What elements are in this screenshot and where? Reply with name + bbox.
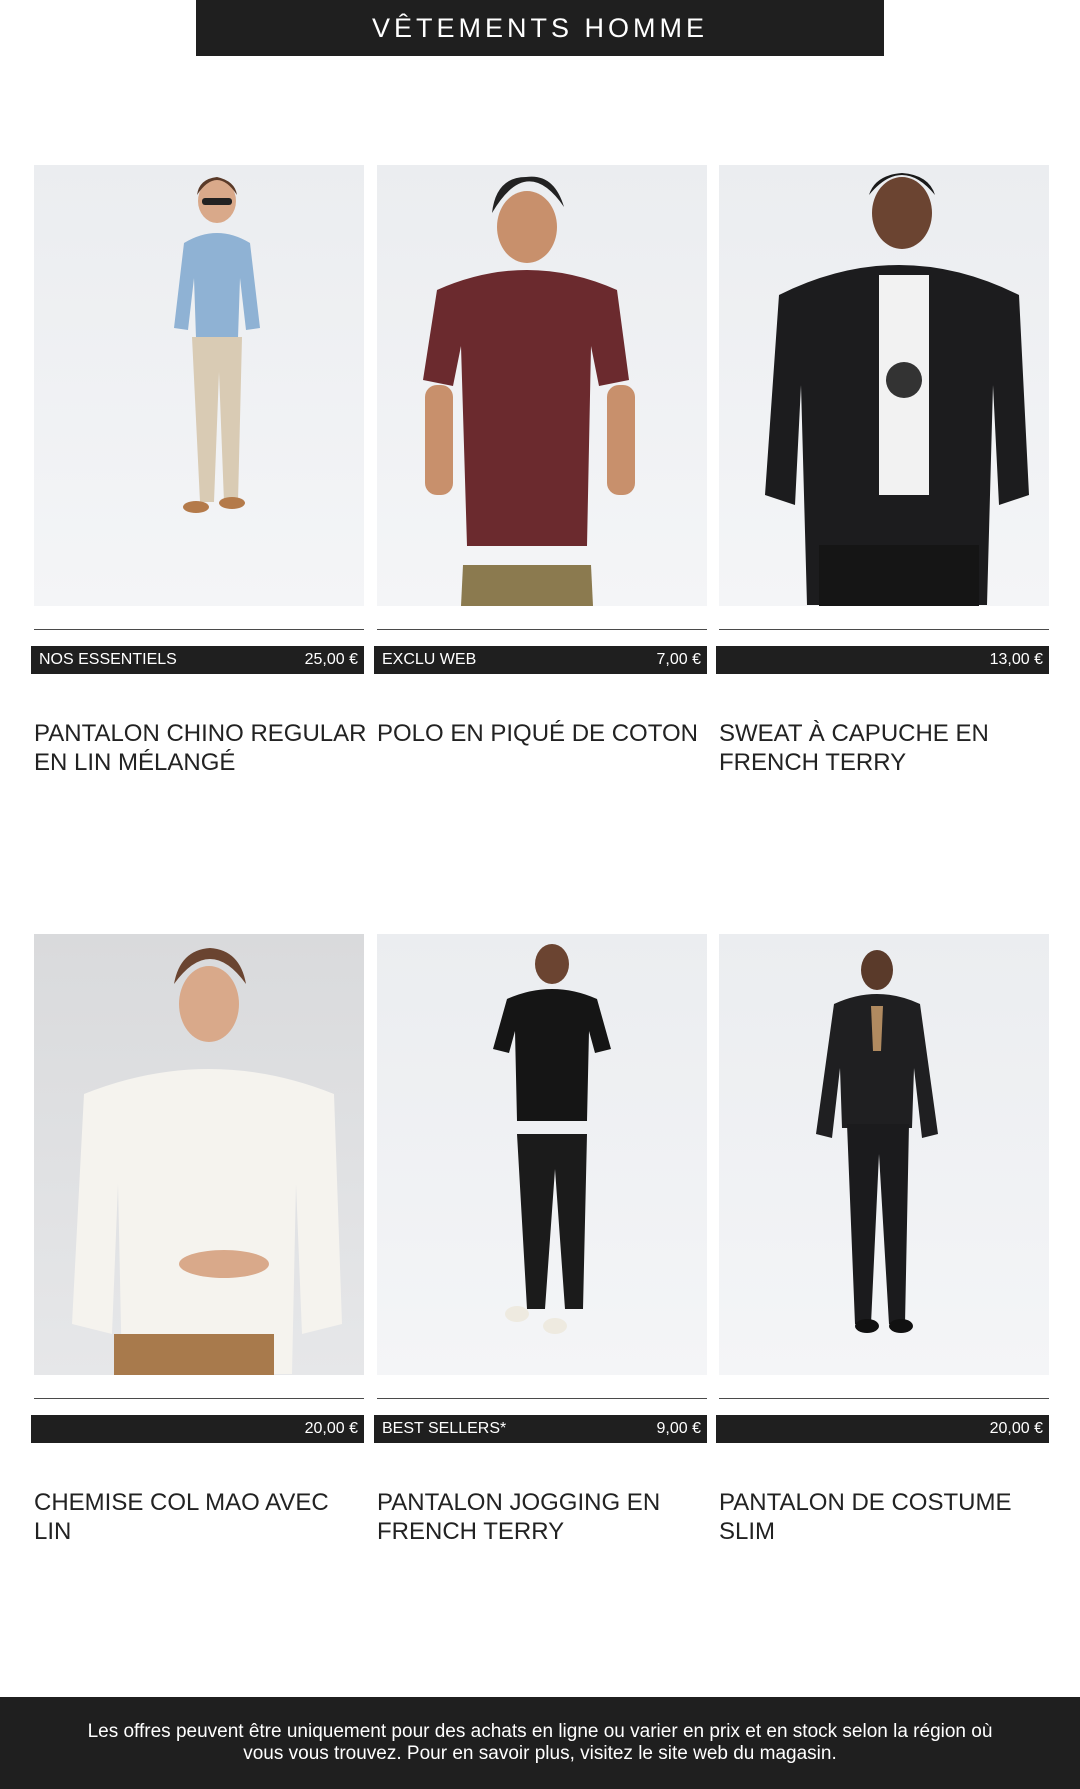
man-black-jogging-image	[493, 944, 611, 1334]
divider	[34, 1398, 364, 1399]
product-title[interactable]: SWEAT À CAPUCHE EN FRENCH TERRY	[719, 719, 1055, 777]
footer-text: Les offres peuvent être uniquement pour …	[87, 1721, 993, 1764]
man-white-shirt-image	[72, 948, 342, 1375]
price-bar: NOS ESSENTIELS 25,00 €	[31, 646, 364, 674]
product-title[interactable]: CHEMISE COL MAO AVEC LIN	[34, 1488, 370, 1546]
product-image[interactable]	[719, 165, 1049, 606]
product-title[interactable]: PANTALON JOGGING EN FRENCH TERRY	[377, 1488, 713, 1546]
product-price: 20,00 €	[304, 1420, 358, 1437]
product-price: 20,00 €	[989, 1420, 1043, 1437]
product-price: 25,00 €	[304, 651, 358, 668]
product-tag: NOS ESSENTIELS	[39, 651, 177, 668]
product-price: 13,00 €	[989, 651, 1043, 668]
product-price: 9,00 €	[656, 1420, 701, 1437]
product-image[interactable]	[34, 165, 364, 606]
price-bar: 20,00 €	[716, 1415, 1049, 1443]
man-black-hoodie-image	[765, 173, 1029, 606]
product-image[interactable]	[719, 934, 1049, 1375]
product-title[interactable]: POLO EN PIQUÉ DE COTON	[377, 719, 713, 748]
product-tag: BEST SELLERS*	[382, 1420, 507, 1437]
price-bar: BEST SELLERS* 9,00 €	[374, 1415, 707, 1443]
divider	[719, 1398, 1049, 1399]
divider	[719, 629, 1049, 630]
product-price: 7,00 €	[656, 651, 701, 668]
product-image[interactable]	[377, 934, 707, 1375]
man-blue-shirt-image	[174, 177, 260, 513]
man-black-suit-image	[816, 950, 938, 1333]
product-image[interactable]	[34, 934, 364, 1375]
footer-disclaimer: Les offres peuvent être uniquement pour …	[0, 1697, 1080, 1789]
divider	[34, 629, 364, 630]
product-title[interactable]: PANTALON DE COSTUME SLIM	[719, 1488, 1055, 1546]
product-title[interactable]: PANTALON CHINO REGULAR EN LIN MÉLANGÉ	[34, 719, 370, 777]
page-title: VÊTEMENTS HOMME	[196, 0, 884, 56]
man-burgundy-polo-image	[423, 176, 635, 606]
price-bar: 13,00 €	[716, 646, 1049, 674]
divider	[377, 629, 707, 630]
product-image[interactable]	[377, 165, 707, 606]
price-bar: 20,00 €	[31, 1415, 364, 1443]
product-tag: EXCLU WEB	[382, 651, 477, 668]
price-bar: EXCLU WEB 7,00 €	[374, 646, 707, 674]
divider	[377, 1398, 707, 1399]
